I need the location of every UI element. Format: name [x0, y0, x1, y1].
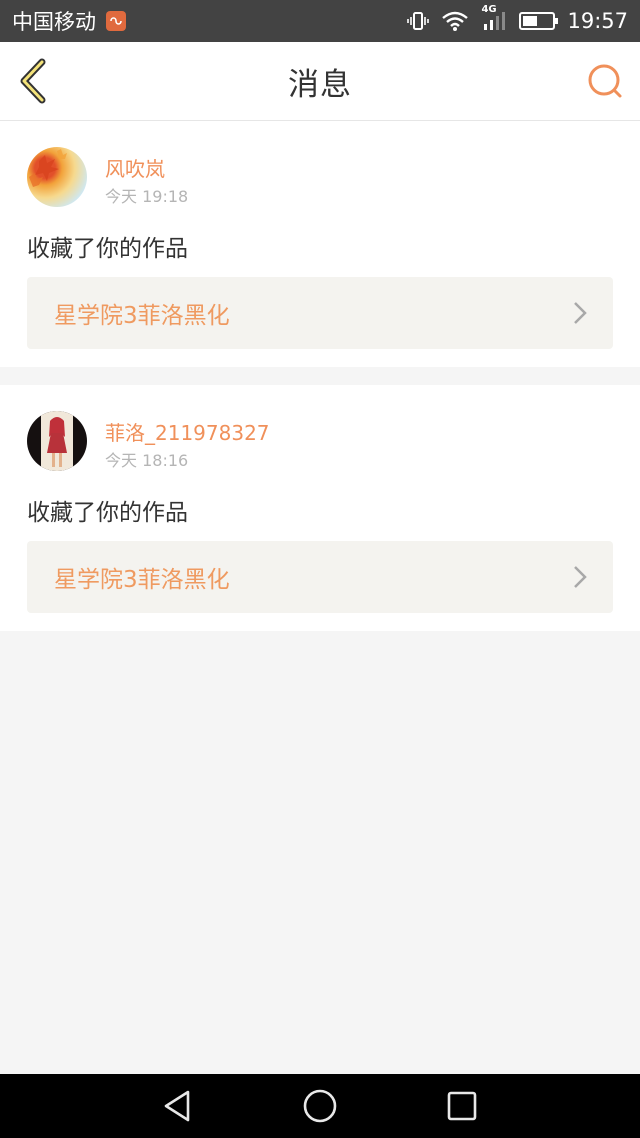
battery-icon: [519, 12, 559, 30]
avatar[interactable]: [27, 411, 87, 471]
message-text: 收藏了你的作品: [27, 236, 188, 262]
status-bar-left: 中国移动: [12, 6, 126, 36]
back-button[interactable]: [14, 58, 54, 104]
status-bar-right: 4G 19:57: [407, 4, 628, 33]
carrier-name: 中国移动: [12, 10, 96, 34]
carrier-app-icon: [106, 11, 126, 31]
page-title: 消息: [288, 66, 352, 103]
timestamp: 今天 19:18: [105, 187, 189, 206]
cellular-signal-icon: 4G: [481, 4, 507, 32]
app-header: 消息: [0, 42, 640, 121]
anime-character-image: [41, 411, 73, 471]
triangle-back-icon: [164, 1090, 190, 1122]
network-type: 4G: [481, 4, 497, 15]
message-text: 收藏了你的作品: [27, 500, 188, 526]
nav-home-button[interactable]: [302, 1088, 338, 1124]
message-card: 菲洛_211978327 今天 18:16 收藏了你的作品 星学院3菲洛黑化: [0, 385, 640, 631]
wifi-icon: [441, 10, 469, 32]
chevron-left-icon: [20, 58, 46, 104]
nav-back-button[interactable]: [160, 1088, 196, 1124]
search-icon: [588, 64, 622, 98]
status-bar: 中国移动 4G 19:57: [0, 0, 640, 42]
nav-recent-button[interactable]: [444, 1088, 480, 1124]
chevron-right-icon: [574, 566, 587, 588]
work-title: 星学院3菲洛黑化: [54, 303, 230, 329]
chevron-right-icon: [574, 302, 587, 324]
square-recent-icon: [447, 1091, 477, 1121]
circle-home-icon: [303, 1089, 337, 1123]
maple-leaf-image: [29, 149, 67, 187]
search-button[interactable]: [586, 62, 624, 100]
clock: 19:57: [567, 9, 628, 33]
work-title: 星学院3菲洛黑化: [54, 567, 230, 593]
username[interactable]: 菲洛_211978327: [105, 417, 270, 446]
timestamp: 今天 18:16: [105, 451, 189, 470]
work-link[interactable]: 星学院3菲洛黑化: [27, 541, 613, 613]
work-link[interactable]: 星学院3菲洛黑化: [27, 277, 613, 349]
battery-level: [523, 16, 538, 26]
navigation-bar: [0, 1074, 640, 1138]
avatar[interactable]: [27, 147, 87, 207]
message-card: 风吹岚 今天 19:18 收藏了你的作品 星学院3菲洛黑化: [0, 121, 640, 367]
username[interactable]: 风吹岚: [105, 153, 165, 182]
vibrate-icon: [407, 10, 430, 32]
